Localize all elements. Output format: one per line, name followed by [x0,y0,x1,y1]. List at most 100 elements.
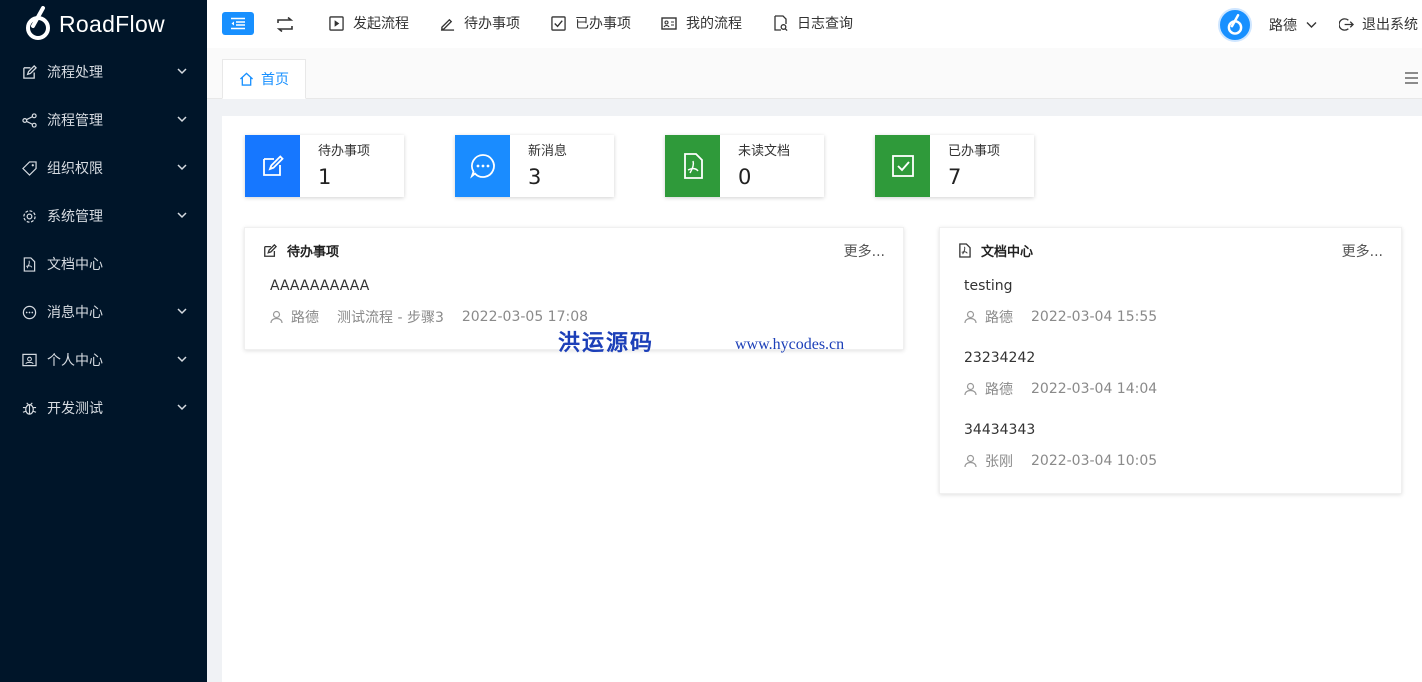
share-icon [21,112,37,128]
todo-item-user-name: 路德 [291,310,319,326]
pdf-file-icon [959,243,971,258]
collapse-sidebar-button[interactable] [222,12,254,35]
doc-card-title: 文档中心 [958,241,1033,260]
nav-todo-label: 待办事项 [464,16,520,32]
chevron-down-icon [177,356,187,363]
switch-button[interactable] [273,12,297,36]
sidebar-item-message-center[interactable]: 消息中心 [0,288,207,336]
doc-item-meta: 路德 2022-03-04 14:04 [964,379,1157,399]
stat-docs-value: 0 [738,165,752,189]
sidebar-item-personal-center[interactable]: 个人中心 [0,336,207,384]
tabs-menu-button[interactable] [1405,72,1418,88]
user-name: 路德 [1269,18,1297,34]
checkbox-icon [891,155,914,177]
sidebar-item-org-permission[interactable]: 组织权限 [0,144,207,192]
tab-home[interactable]: 首页 [222,59,306,99]
todo-card-title-text: 待办事项 [287,245,340,260]
chevron-down-icon [177,164,187,171]
sidebar-item-label: 文档中心 [47,257,103,273]
nav-my-flow[interactable]: 我的流程 [661,13,742,33]
edit-icon [262,155,284,176]
doc-item-time: 2022-03-04 14:04 [1031,381,1158,397]
doc-item-title[interactable]: 23234242 [964,350,1035,366]
sidebar-item-label: 开发测试 [47,401,103,417]
doc-item-user-name: 张刚 [985,454,1013,470]
nav-done-label: 已办事项 [575,16,631,32]
todo-item-title[interactable]: AAAAAAAAAA [270,278,369,294]
stat-todo-icon-box [245,135,300,197]
tab-home-label: 首页 [261,72,289,88]
checkbox-icon [551,15,566,31]
stat-docs-label: 未读文档 [738,144,791,159]
stat-messages-label: 新消息 [528,144,568,159]
sidebar-item-label: 流程管理 [47,113,103,129]
doc-item-title[interactable]: testing [964,278,1013,294]
roadflow-logo-icon [26,6,50,40]
sidebar-item-doc-center[interactable]: 文档中心 [0,240,207,288]
hamburger-icon [1405,72,1418,84]
doc-item-user-name: 路德 [985,382,1013,398]
chevron-down-icon [1306,22,1317,28]
sidebar-item-dev-test[interactable]: 开发测试 [0,384,207,432]
message-icon [21,304,37,320]
edit-icon [264,243,277,257]
gear-icon [21,208,37,224]
chevron-down-icon [177,68,187,75]
logout-button[interactable]: 退出系统 [1339,14,1418,34]
roadflow-logo-icon [1227,14,1243,35]
stat-todo-value: 1 [318,165,332,189]
stat-done-icon-box [875,135,930,197]
doc-item-title[interactable]: 34434343 [964,422,1035,438]
stat-done-label: 已办事项 [948,144,1001,159]
pdf-file-icon [683,153,703,179]
nav-start-flow[interactable]: 发起流程 [329,13,409,33]
file-search-icon [774,15,788,31]
chevron-down-icon [177,308,187,315]
sidebar-item-system-manage[interactable]: 系统管理 [0,192,207,240]
sidebar-item-flow-process[interactable]: 流程处理 [0,48,207,96]
doc-card-title-text: 文档中心 [981,245,1034,260]
nav-my-flow-label: 我的流程 [686,16,742,32]
pdf-file-icon [21,256,37,272]
app-logo[interactable]: RoadFlow [0,0,207,48]
stat-todo[interactable]: 待办事项 1 [245,135,404,197]
user-menu[interactable]: 路德 [1218,8,1317,42]
nav-log-query-label: 日志查询 [797,16,853,32]
user-icon [270,310,283,324]
nav-done[interactable]: 已办事项 [551,13,631,33]
chevron-down-icon [177,212,187,219]
stat-done-value: 7 [948,165,962,189]
todo-more-link[interactable]: 更多... [844,241,885,261]
sidebar-item-label: 消息中心 [47,305,103,321]
avatar[interactable] [1218,8,1252,42]
doc-item-user-name: 路德 [985,310,1013,326]
stat-new-messages[interactable]: 新消息 3 [455,135,614,197]
watermark-url: www.hycodes.cn [735,336,845,353]
stat-unread-docs[interactable]: 未读文档 0 [665,135,824,197]
sidebar-item-label: 流程处理 [47,65,103,81]
nav-log-query[interactable]: 日志查询 [773,13,853,33]
top-header: 发起流程 待办事项 已办事项 我的流程 日志查询 路德 退出系统 [207,0,1422,48]
doc-card-header: 文档中心 更多... [940,228,1401,270]
doc-item-time: 2022-03-04 10:05 [1031,453,1158,469]
doc-more-link[interactable]: 更多... [1342,241,1383,261]
doc-card: 文档中心 更多... testing 路德 2022-03-04 15:55 2… [939,227,1402,494]
edit-icon [21,64,37,80]
app-logo-text: RoadFlow [59,10,165,37]
sidebar: RoadFlow 流程处理 流程管理 组织权限 系统管理 文档中心 消息中心 个… [0,0,207,682]
id-card-icon [661,16,677,30]
sidebar-item-flow-manage[interactable]: 流程管理 [0,96,207,144]
sidebar-item-label: 个人中心 [47,353,103,369]
watermark-text: 洪运源码 [558,330,655,356]
nav-start-flow-label: 发起流程 [353,16,409,32]
play-icon [329,15,344,31]
chevron-down-icon [177,404,187,411]
stat-done[interactable]: 已办事项 7 [875,135,1034,197]
tabs-bar: 首页 [207,48,1422,99]
nav-todo[interactable]: 待办事项 [440,13,520,33]
doc-item-meta: 张刚 2022-03-04 10:05 [964,451,1157,471]
doc-item-meta: 路德 2022-03-04 15:55 [964,307,1157,327]
logout-icon [1339,17,1354,31]
todo-item-user: 路德 [270,307,319,327]
logout-label: 退出系统 [1362,17,1418,33]
